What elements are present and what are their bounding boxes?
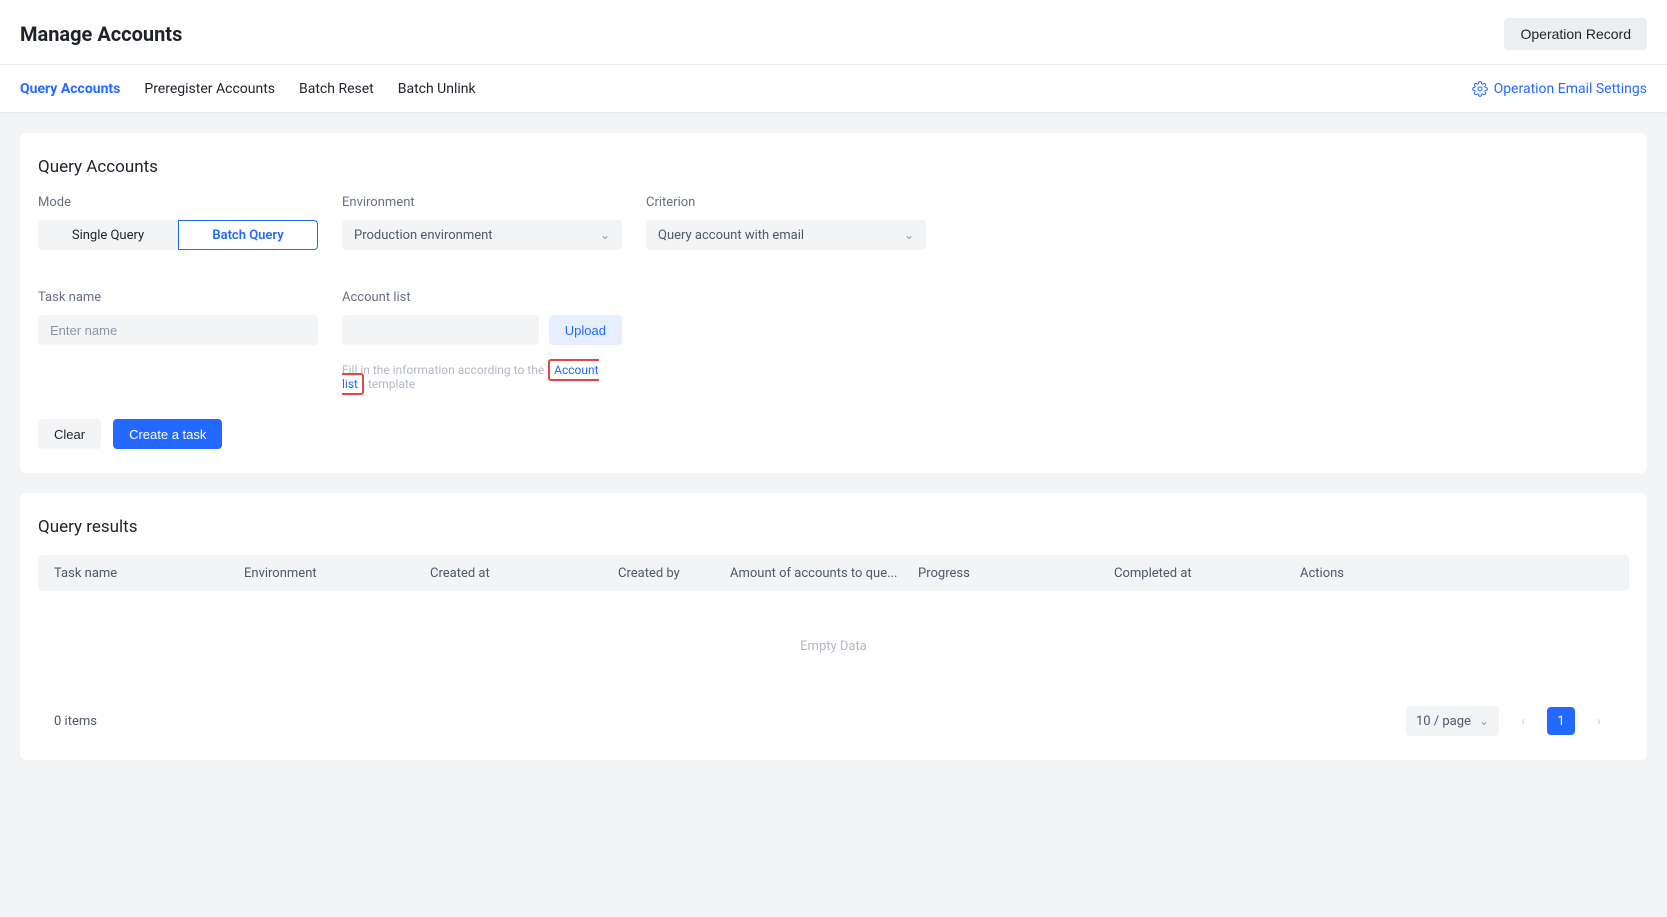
- operation-email-settings-link[interactable]: Operation Email Settings: [1472, 81, 1647, 97]
- mode-batch-query[interactable]: Batch Query: [178, 220, 318, 250]
- tab-batch-reset[interactable]: Batch Reset: [299, 64, 374, 113]
- criterion-select[interactable]: Query account with email ⌄: [646, 220, 926, 250]
- mode-label: Mode: [38, 195, 318, 210]
- chevron-down-icon: ⌄: [904, 228, 914, 242]
- account-list-label: Account list: [342, 290, 622, 305]
- empty-data-message: Empty Data: [38, 591, 1629, 694]
- criterion-value: Query account with email: [658, 228, 804, 243]
- criterion-label: Criterion: [646, 195, 926, 210]
- page-title: Manage Accounts: [20, 22, 182, 46]
- task-name-input[interactable]: [38, 315, 318, 345]
- items-count: 0 items: [54, 714, 97, 729]
- mode-segmented: Single Query Batch Query: [38, 220, 318, 250]
- col-progress: Progress: [918, 566, 1114, 581]
- criterion-field: Criterion Query account with email ⌄: [646, 195, 926, 250]
- operation-email-settings-label: Operation Email Settings: [1494, 81, 1647, 97]
- pagination: 10 / page ⌄ ‹ 1 ›: [1406, 706, 1613, 736]
- query-results-title: Query results: [38, 517, 1629, 537]
- environment-field: Environment Production environment ⌄: [342, 195, 622, 250]
- account-list-field: Account list Upload Fill in the informat…: [342, 290, 622, 391]
- body-area: Query Accounts Mode Single Query Batch Q…: [0, 113, 1667, 917]
- task-name-label: Task name: [38, 290, 318, 305]
- table-footer: 0 items 10 / page ⌄ ‹ 1 ›: [38, 706, 1629, 736]
- upload-button[interactable]: Upload: [549, 315, 622, 345]
- tabs-bar: Query Accounts Preregister Accounts Batc…: [0, 64, 1667, 113]
- query-form-card: Query Accounts Mode Single Query Batch Q…: [20, 133, 1647, 473]
- pager-page-1[interactable]: 1: [1547, 707, 1575, 735]
- account-list-hint: Fill in the information according to the…: [342, 363, 622, 391]
- col-created-at: Created at: [430, 566, 618, 581]
- tab-preregister-accounts[interactable]: Preregister Accounts: [144, 64, 275, 113]
- col-task-name: Task name: [54, 566, 244, 581]
- operation-record-button[interactable]: Operation Record: [1504, 18, 1647, 50]
- environment-label: Environment: [342, 195, 622, 210]
- page-size-select[interactable]: 10 / page ⌄: [1406, 706, 1499, 736]
- results-table: Task name Environment Created at Created…: [38, 555, 1629, 694]
- query-results-card: Query results Task name Environment Crea…: [20, 493, 1647, 760]
- col-completed-at: Completed at: [1114, 566, 1300, 581]
- mode-field: Mode Single Query Batch Query: [38, 195, 318, 250]
- mode-single-query[interactable]: Single Query: [38, 220, 178, 250]
- chevron-down-icon: ⌄: [1479, 714, 1489, 728]
- environment-select[interactable]: Production environment ⌄: [342, 220, 622, 250]
- create-task-button[interactable]: Create a task: [113, 419, 222, 449]
- col-environment: Environment: [244, 566, 430, 581]
- query-form-title: Query Accounts: [38, 157, 1629, 177]
- task-name-field: Task name: [38, 290, 318, 391]
- chevron-down-icon: ⌄: [600, 228, 610, 242]
- environment-value: Production environment: [354, 228, 493, 243]
- col-actions: Actions: [1300, 566, 1613, 581]
- col-amount: Amount of accounts to que...: [730, 566, 918, 581]
- tab-query-accounts[interactable]: Query Accounts: [20, 64, 120, 113]
- pager-next[interactable]: ›: [1585, 707, 1613, 735]
- page-header: Manage Accounts Operation Record: [0, 0, 1667, 64]
- results-table-header: Task name Environment Created at Created…: [38, 555, 1629, 591]
- account-list-file-input[interactable]: [342, 315, 539, 345]
- col-created-by: Created by: [618, 566, 730, 581]
- tab-batch-unlink[interactable]: Batch Unlink: [398, 64, 476, 113]
- pager-prev[interactable]: ‹: [1509, 707, 1537, 735]
- clear-button[interactable]: Clear: [38, 419, 101, 449]
- gear-icon: [1472, 81, 1488, 97]
